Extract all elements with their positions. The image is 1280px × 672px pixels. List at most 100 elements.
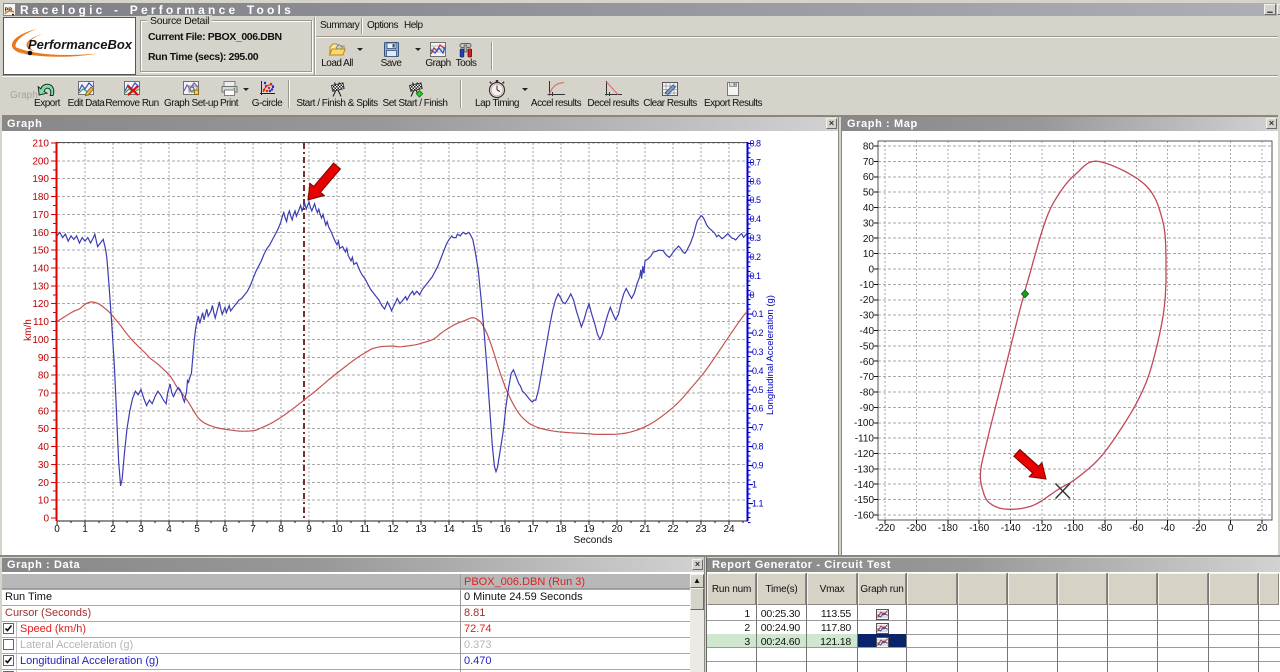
svg-text:-100: -100 <box>1063 523 1083 534</box>
svg-text:60: 60 <box>863 172 875 183</box>
svg-text:21: 21 <box>639 524 651 535</box>
svg-text:10: 10 <box>863 249 875 260</box>
svg-text:km/h: km/h <box>23 319 34 341</box>
svg-text:20: 20 <box>1256 523 1268 534</box>
svg-text:10: 10 <box>331 524 343 535</box>
svg-text:0.8: 0.8 <box>750 138 762 148</box>
svg-text:Seconds: Seconds <box>574 535 613 546</box>
svg-text:-60: -60 <box>1129 523 1144 534</box>
svg-text:11: 11 <box>360 524 371 535</box>
svg-text:30: 30 <box>38 460 50 471</box>
svg-text:23: 23 <box>695 524 707 535</box>
svg-text:0: 0 <box>750 290 755 300</box>
svg-text:50: 50 <box>38 424 50 435</box>
svg-text:-0.6: -0.6 <box>750 404 764 414</box>
svg-text:22: 22 <box>667 524 679 535</box>
svg-text:100: 100 <box>32 335 49 346</box>
svg-text:0.5: 0.5 <box>750 195 762 205</box>
svg-text:130: 130 <box>32 281 49 292</box>
svg-text:13: 13 <box>415 524 427 535</box>
svg-text:7: 7 <box>250 524 256 535</box>
svg-text:190: 190 <box>32 174 49 185</box>
svg-text:10: 10 <box>38 496 50 507</box>
svg-text:-30: -30 <box>860 311 875 322</box>
svg-text:-70: -70 <box>860 372 875 383</box>
svg-text:40: 40 <box>38 442 50 453</box>
svg-text:0.7: 0.7 <box>750 157 762 167</box>
svg-text:-0.7: -0.7 <box>750 423 764 433</box>
svg-text:160: 160 <box>32 228 49 239</box>
svg-text:20: 20 <box>611 524 623 535</box>
svg-text:-40: -40 <box>860 326 875 337</box>
svg-text:170: 170 <box>32 210 49 221</box>
svg-text:150: 150 <box>32 246 49 257</box>
svg-text:80: 80 <box>38 371 50 382</box>
svg-text:-0.8: -0.8 <box>750 442 764 452</box>
svg-text:-0.4: -0.4 <box>750 366 764 376</box>
svg-text:0.1: 0.1 <box>750 271 762 281</box>
svg-text:16: 16 <box>499 524 511 535</box>
svg-text:90: 90 <box>38 353 50 364</box>
svg-text:-180: -180 <box>938 523 958 534</box>
svg-text:-10: -10 <box>860 280 875 291</box>
svg-text:4: 4 <box>166 524 172 535</box>
svg-text:-100: -100 <box>854 418 874 429</box>
svg-text:12: 12 <box>387 524 399 535</box>
svg-text:60: 60 <box>38 406 50 417</box>
svg-text:14: 14 <box>443 524 455 535</box>
svg-text:19: 19 <box>583 524 595 535</box>
svg-text:70: 70 <box>863 157 875 168</box>
svg-text:0: 0 <box>868 265 874 276</box>
svg-text:6: 6 <box>222 524 228 535</box>
svg-text:-1.1: -1.1 <box>750 499 764 509</box>
svg-text:180: 180 <box>32 192 49 203</box>
svg-text:-0.3: -0.3 <box>750 347 764 357</box>
svg-text:5: 5 <box>194 524 200 535</box>
svg-text:30: 30 <box>863 218 875 229</box>
svg-text:-90: -90 <box>860 403 875 414</box>
svg-text:0: 0 <box>54 524 60 535</box>
svg-text:0.6: 0.6 <box>750 176 762 186</box>
svg-text:0.2: 0.2 <box>750 252 762 262</box>
svg-text:0.4: 0.4 <box>750 214 762 224</box>
svg-text:-150: -150 <box>854 495 874 506</box>
svg-text:-0.1: -0.1 <box>750 309 764 319</box>
svg-text:110: 110 <box>33 317 49 328</box>
svg-text:-0.2: -0.2 <box>750 328 764 338</box>
svg-text:140: 140 <box>32 264 49 275</box>
svg-text:-20: -20 <box>1192 523 1207 534</box>
svg-text:-80: -80 <box>860 388 875 399</box>
svg-text:18: 18 <box>555 524 567 535</box>
svg-text:50: 50 <box>863 188 875 199</box>
svg-text:0: 0 <box>1228 523 1234 534</box>
svg-text:210: 210 <box>32 139 49 150</box>
svg-text:-140: -140 <box>854 480 874 491</box>
svg-text:15: 15 <box>471 524 483 535</box>
svg-text:20: 20 <box>38 478 50 489</box>
svg-text:PerformanceBox: PerformanceBox <box>28 37 133 52</box>
svg-text:-20: -20 <box>860 295 875 306</box>
svg-text:-40: -40 <box>1160 523 1175 534</box>
svg-text:-110: -110 <box>855 434 875 445</box>
svg-text:80: 80 <box>863 142 875 153</box>
svg-text:17: 17 <box>527 524 539 535</box>
svg-text:-220: -220 <box>875 523 895 534</box>
svg-text:120: 120 <box>32 299 49 310</box>
svg-text:-140: -140 <box>1001 523 1021 534</box>
svg-text:-0.5: -0.5 <box>750 385 764 395</box>
svg-text:-120: -120 <box>1032 523 1052 534</box>
svg-text:-120: -120 <box>854 449 874 460</box>
svg-text:-200: -200 <box>906 523 926 534</box>
svg-text:-50: -50 <box>860 341 875 352</box>
svg-text:-130: -130 <box>854 464 874 475</box>
svg-text:Longitudinal Acceleration (g): Longitudinal Acceleration (g) <box>765 295 776 415</box>
svg-text:-160: -160 <box>854 511 874 522</box>
svg-text:8: 8 <box>278 524 284 535</box>
svg-text:1: 1 <box>82 524 88 535</box>
svg-text:9: 9 <box>306 524 312 535</box>
svg-text:-160: -160 <box>969 523 989 534</box>
svg-text:-80: -80 <box>1098 523 1113 534</box>
svg-text:40: 40 <box>863 203 875 214</box>
svg-text:3: 3 <box>138 524 144 535</box>
svg-text:24: 24 <box>723 524 735 535</box>
